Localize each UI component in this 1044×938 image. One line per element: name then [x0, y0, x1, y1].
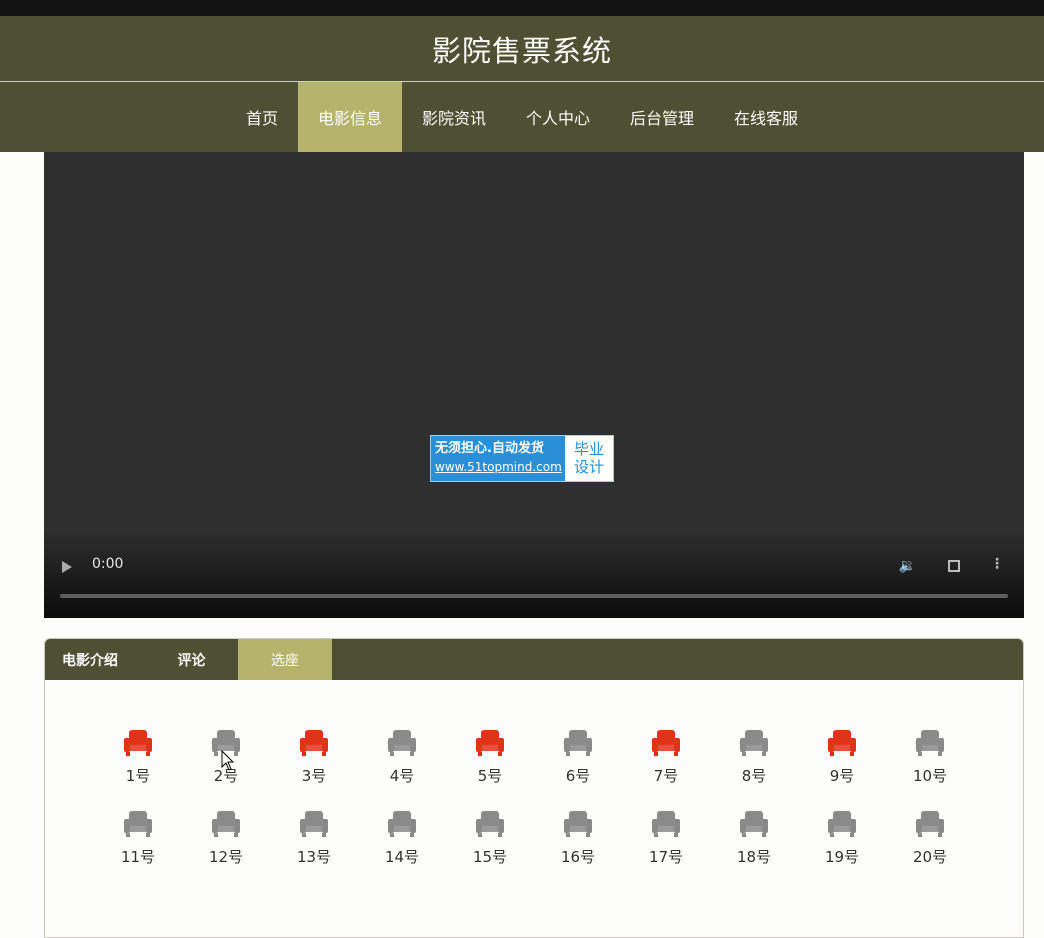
- seat[interactable]: 4号: [358, 727, 446, 808]
- seat[interactable]: 9号: [798, 727, 886, 808]
- nav-item-label: 个人中心: [526, 109, 591, 128]
- video-player[interactable]: 无须担心.自动发货 www.51topmind.com 毕业 设计 0:00 🔉…: [44, 152, 1024, 618]
- nav-item-label: 在线客服: [734, 109, 799, 128]
- seat-label: 3号: [301, 767, 327, 785]
- nav-item-label: 影院资讯: [421, 109, 486, 128]
- seat-label: 17号: [648, 848, 684, 866]
- seat-label: 16号: [560, 848, 596, 866]
- top-strip: [0, 0, 1044, 16]
- seat[interactable]: 1号: [94, 727, 182, 808]
- armchair-icon: [124, 811, 152, 837]
- watermark-url: www.51topmind.com: [435, 460, 562, 474]
- tab-label: 电影介绍: [62, 652, 118, 669]
- armchair-icon: [476, 811, 504, 837]
- video-time: 0:00: [92, 556, 124, 572]
- armchair-icon: [212, 811, 240, 837]
- seat-label: 11号: [120, 848, 156, 866]
- armchair-icon: [388, 811, 416, 837]
- seat-label: 15号: [472, 848, 508, 866]
- seat[interactable]: 7号: [622, 727, 710, 808]
- seat[interactable]: 15号: [446, 808, 534, 889]
- seat[interactable]: 12号: [182, 808, 270, 889]
- site-header: 影院售票系统: [0, 16, 1044, 82]
- seat[interactable]: 3号: [270, 727, 358, 808]
- seat-label: 10号: [912, 767, 948, 785]
- more-options-icon[interactable]: ⋮: [990, 556, 1004, 572]
- nav-item-personal-center[interactable]: 个人中心: [506, 82, 610, 152]
- armchair-icon: [916, 730, 944, 756]
- movie-detail-panel: 电影介绍 评论 选座 1号 2号 3号 4号 5号 6号 7号 8号 9号 10号 11号 12号 13…: [44, 638, 1024, 938]
- seat[interactable]: 17号: [622, 808, 710, 889]
- play-icon[interactable]: [62, 561, 72, 573]
- armchair-icon: [828, 730, 856, 756]
- seat-label: 18号: [736, 848, 772, 866]
- armchair-icon: [300, 730, 328, 756]
- armchair-icon: [828, 811, 856, 837]
- armchair-icon: [300, 811, 328, 837]
- seat[interactable]: 10号: [886, 727, 974, 808]
- seat[interactable]: 18号: [710, 808, 798, 889]
- nav-item-admin[interactable]: 后台管理: [610, 82, 714, 152]
- tab-seat-selection[interactable]: 选座: [238, 639, 332, 680]
- armchair-icon: [740, 811, 768, 837]
- seat-label: 8号: [741, 767, 767, 785]
- video-progress-bar[interactable]: [60, 594, 1008, 598]
- seat[interactable]: 11号: [94, 808, 182, 889]
- tab-movie-intro[interactable]: 电影介绍: [45, 639, 145, 680]
- seat[interactable]: 13号: [270, 808, 358, 889]
- armchair-icon: [916, 811, 944, 837]
- video-controls: 0:00 🔉 ⋮: [44, 528, 1024, 618]
- main-nav: 首页 电影信息 影院资讯 个人中心 后台管理 在线客服: [0, 82, 1044, 152]
- seat[interactable]: 5号: [446, 727, 534, 808]
- seat-label: 1号: [125, 767, 151, 785]
- seat-label: 14号: [384, 848, 420, 866]
- seat-label: 13号: [296, 848, 332, 866]
- armchair-icon: [388, 730, 416, 756]
- seat[interactable]: 8号: [710, 727, 798, 808]
- armchair-icon: [652, 811, 680, 837]
- fullscreen-icon[interactable]: [948, 560, 960, 572]
- tab-comments[interactable]: 评论: [145, 639, 238, 680]
- watermark-slogan: 无须担心.自动发货: [435, 441, 544, 456]
- tab-label: 选座: [271, 652, 299, 669]
- seat[interactable]: 14号: [358, 808, 446, 889]
- seat[interactable]: 20号: [886, 808, 974, 889]
- detail-tabs: 电影介绍 评论 选座: [45, 639, 1023, 680]
- armchair-icon: [476, 730, 504, 756]
- seat-label: 12号: [208, 848, 244, 866]
- nav-item-cinema-news[interactable]: 影院资讯: [402, 82, 506, 152]
- seat[interactable]: 19号: [798, 808, 886, 889]
- seat-label: 5号: [477, 767, 503, 785]
- nav-item-online-service[interactable]: 在线客服: [714, 82, 818, 152]
- armchair-icon: [564, 811, 592, 837]
- armchair-icon: [124, 730, 152, 756]
- seat-label: 9号: [829, 767, 855, 785]
- seat-label: 6号: [565, 767, 591, 785]
- seat-label: 19号: [824, 848, 860, 866]
- nav-item-label: 后台管理: [630, 109, 695, 128]
- watermark-badge-top: 毕业: [573, 440, 604, 458]
- nav-item-label: 电影信息: [317, 109, 382, 128]
- nav-item-movie-info[interactable]: 电影信息: [297, 82, 402, 152]
- watermark-banner: 无须担心.自动发货 www.51topmind.com 毕业 设计: [430, 435, 614, 482]
- seat-label: 20号: [912, 848, 948, 866]
- seat-row: 11号 12号 13号 14号 15号 16号 17号 18号 19号 20号: [94, 808, 974, 889]
- nav-item-label: 首页: [245, 109, 278, 128]
- armchair-icon: [564, 730, 592, 756]
- seat-label: 7号: [653, 767, 679, 785]
- armchair-icon: [652, 730, 680, 756]
- seat[interactable]: 6号: [534, 727, 622, 808]
- armchair-icon: [740, 730, 768, 756]
- seat-label: 4号: [389, 767, 415, 785]
- mouse-cursor-icon: [221, 750, 235, 771]
- watermark-badge-bottom: 设计: [573, 458, 604, 476]
- tab-label: 评论: [177, 652, 206, 669]
- seat[interactable]: 16号: [534, 808, 622, 889]
- nav-item-home[interactable]: 首页: [226, 82, 298, 152]
- site-title: 影院售票系统: [431, 33, 612, 68]
- volume-icon[interactable]: 🔉: [899, 558, 916, 574]
